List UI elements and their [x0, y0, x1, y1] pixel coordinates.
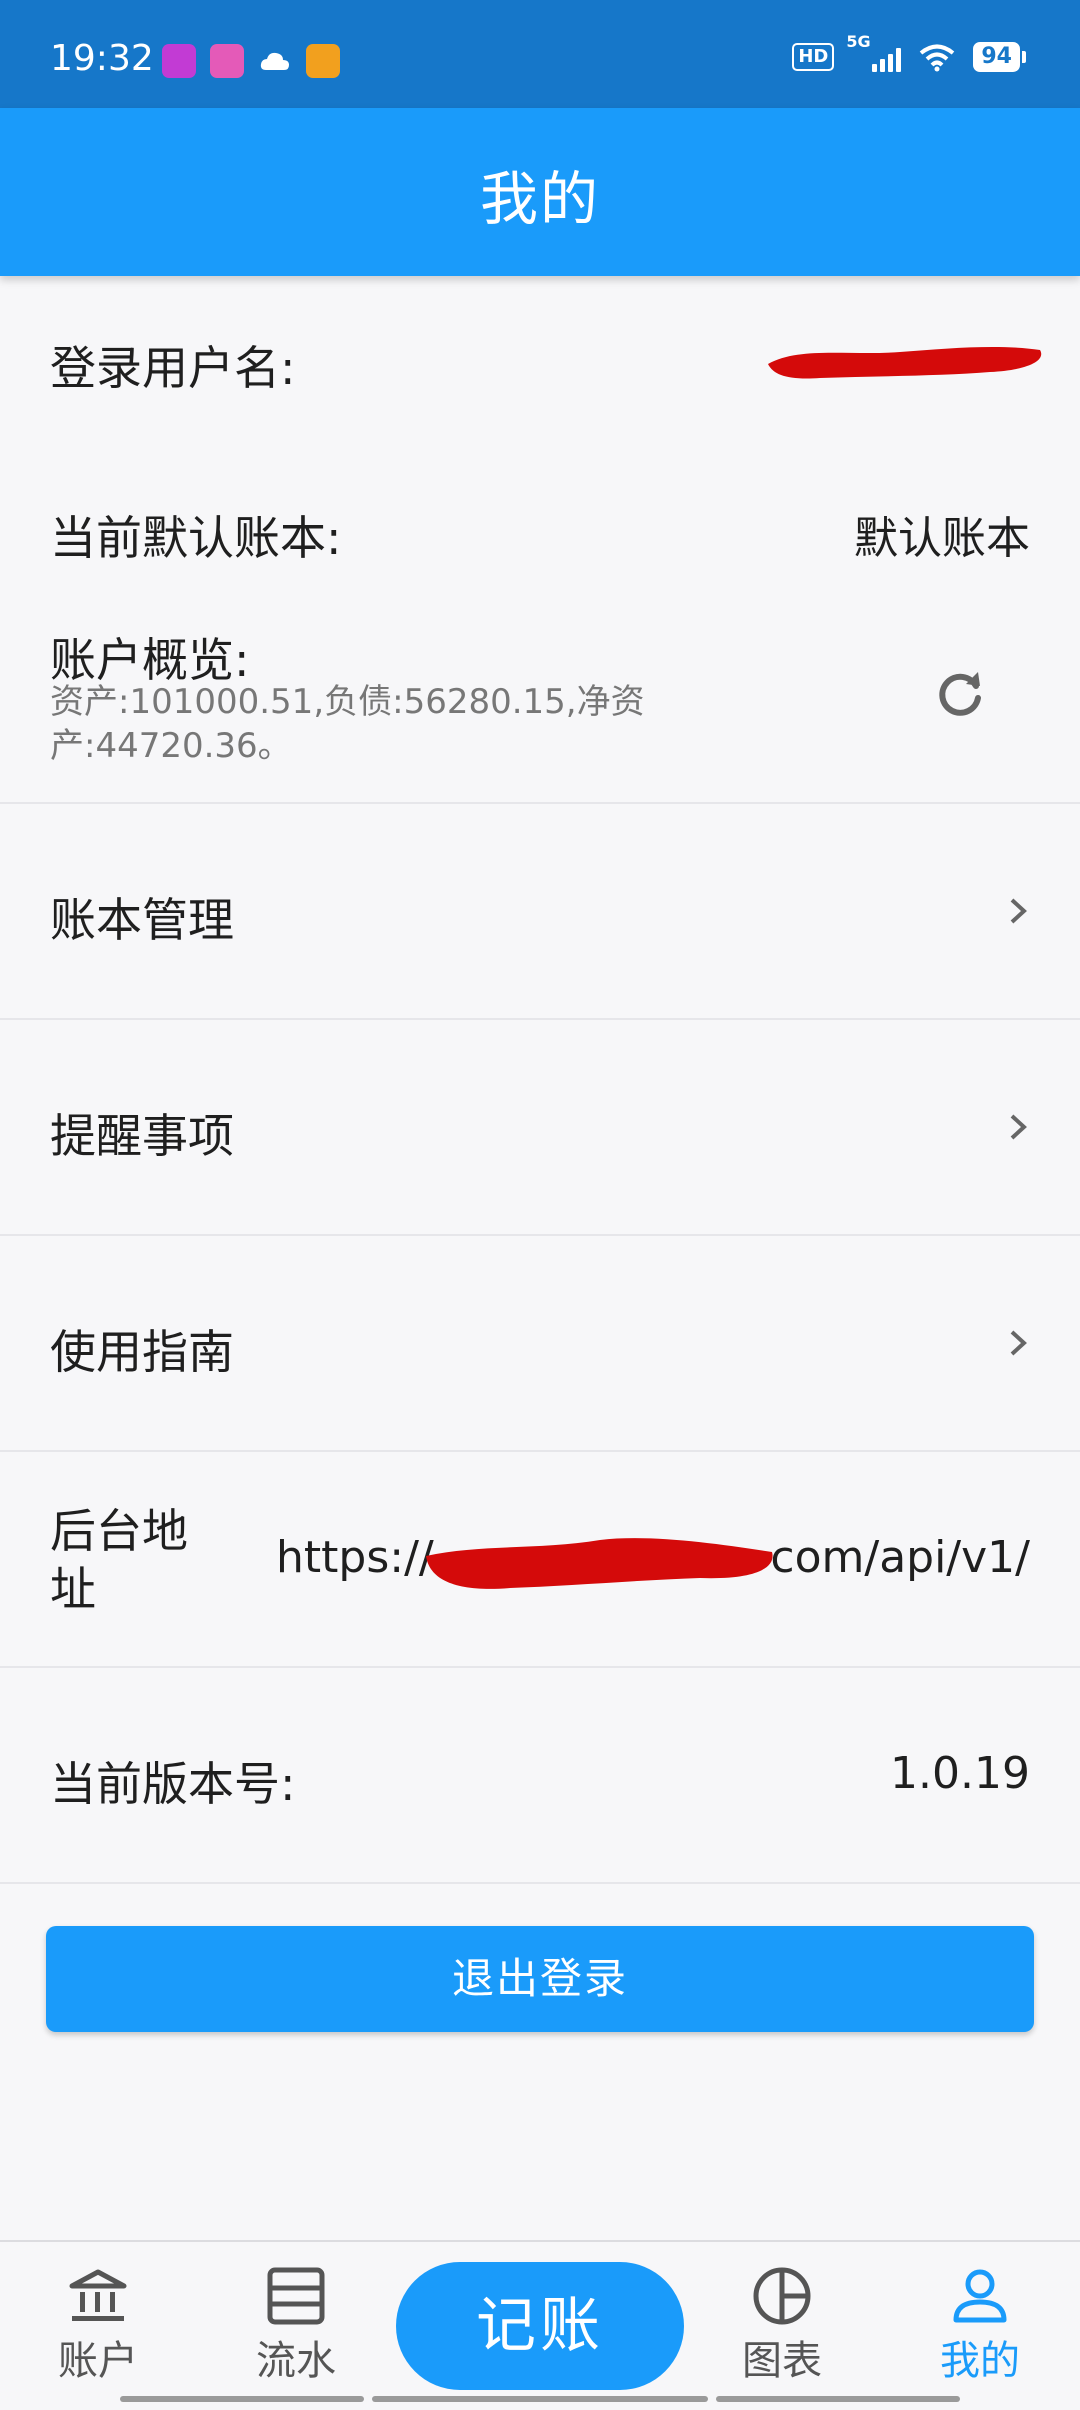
status-indicators: HD 5G 94: [792, 32, 1026, 72]
hd-icon: HD: [792, 43, 835, 71]
cell-signal-icon: 5G: [846, 32, 902, 72]
server-url-prefix: https://: [276, 1532, 434, 1583]
gesture-bar: [716, 2396, 960, 2402]
gesture-bar: [120, 2396, 364, 2402]
nav-accounts-label: 账户: [58, 2338, 138, 2384]
server-address-label: 后台地址: [50, 1504, 188, 1616]
gesture-bar: [372, 2396, 708, 2402]
list-icon: [267, 2267, 325, 2325]
wifi-icon: [920, 44, 955, 72]
reminders-item[interactable]: 提醒事项: [0, 1020, 1080, 1234]
default-ledger-row: 当前默认账本: 默认账本: [0, 460, 1080, 600]
battery-icon: 94: [973, 42, 1026, 72]
username-row: 登录用户名:: [0, 290, 1080, 440]
status-time: 19:32: [50, 38, 154, 79]
page-title: 我的: [479, 165, 600, 233]
bottom-navigation: 账户 流水 记账 图表 我的: [0, 2240, 1080, 2410]
notification-app-icon: [162, 44, 196, 78]
redacted-username: [768, 346, 1042, 379]
ledger-manage-item[interactable]: 账本管理: [0, 804, 1080, 1018]
version-row: 当前版本号: 1.0.19: [0, 1668, 1080, 1882]
nav-charts[interactable]: 图表: [702, 2266, 862, 2386]
app-bar: 我的: [0, 108, 1080, 276]
version-value: 1.0.19: [890, 1748, 1030, 1799]
nav-mine[interactable]: 我的: [900, 2266, 1060, 2386]
version-label: 当前版本号:: [50, 1757, 296, 1811]
account-overview-summary: 资产:101000.51,负债:56280.15,净资产:44720.36。: [50, 682, 645, 766]
nav-flow-label: 流水: [256, 2338, 336, 2384]
chevron-right-icon: [1010, 1330, 1027, 1356]
chevron-right-icon: [1010, 1114, 1027, 1140]
nav-flow[interactable]: 流水: [216, 2266, 376, 2386]
username-label: 登录用户名:: [50, 341, 296, 395]
reminders-label: 提醒事项: [50, 1109, 234, 1163]
default-ledger-value: 默认账本: [854, 513, 1030, 564]
redacted-server-host: [426, 1538, 773, 1589]
user-guide-label: 使用指南: [50, 1325, 234, 1379]
nav-charts-label: 图表: [742, 2338, 822, 2384]
network-type: 5G: [846, 32, 871, 51]
nav-accounts[interactable]: 账户: [18, 2266, 178, 2386]
bank-icon: [69, 2269, 127, 2321]
user-guide-item[interactable]: 使用指南: [0, 1236, 1080, 1450]
server-url-suffix: com/api/v1/: [770, 1532, 1030, 1583]
notification-app-icon: [306, 44, 340, 78]
refresh-icon[interactable]: [932, 666, 988, 722]
notification-app-icon: [210, 44, 244, 78]
nav-mine-label: 我的: [940, 2338, 1020, 2384]
status-bar: 19:32 HD 5G 94: [0, 0, 1080, 108]
status-app-icons: [162, 44, 340, 78]
ledger-manage-label: 账本管理: [50, 893, 234, 947]
record-button[interactable]: 记账: [396, 2262, 684, 2390]
cloud-icon: [260, 52, 289, 70]
default-ledger-label: 当前默认账本:: [50, 511, 342, 565]
logout-button[interactable]: 退出登录: [46, 1926, 1034, 2032]
chevron-right-icon: [1010, 898, 1027, 924]
divider: [0, 1882, 1080, 1884]
person-icon: [953, 2269, 1007, 2323]
pie-chart-icon: [753, 2267, 811, 2325]
server-address-row: 后台地址 https:// com/api/v1/: [0, 1452, 1080, 1666]
